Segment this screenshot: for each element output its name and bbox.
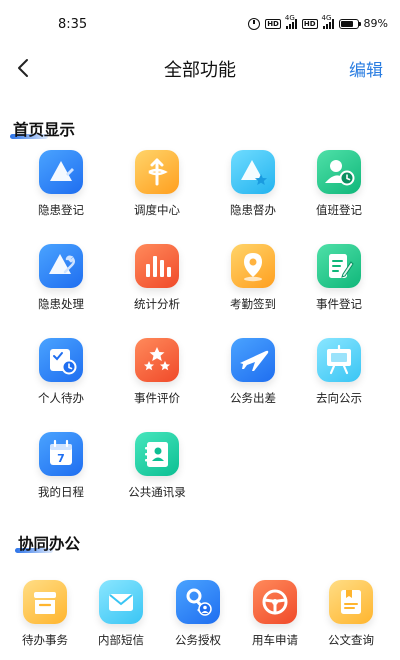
func-statistics[interactable]: 统计分析 — [112, 244, 202, 312]
contact-book-icon — [135, 432, 179, 476]
document-bookmark-icon — [329, 580, 373, 624]
battery-level: 89% — [363, 17, 388, 30]
section-title-collab-text: 协同办公 — [18, 535, 81, 553]
func-label: 公共通讯录 — [128, 485, 186, 499]
triangle-edit-icon — [39, 150, 83, 194]
func-label: 我的日程 — [38, 485, 84, 499]
inbox-tray-icon — [23, 580, 67, 624]
func-business-trip[interactable]: 公务出差 — [208, 338, 298, 406]
func-attendance[interactable]: 考勤签到 — [208, 244, 298, 312]
alarm-icon — [248, 17, 261, 30]
func-duty-register[interactable]: 值班登记 — [294, 150, 384, 218]
section-title-home: 首页显示 — [10, 118, 76, 140]
network-type: 4G — [284, 13, 295, 22]
signal-icon: 4G — [285, 14, 297, 29]
func-label: 去向公示 — [316, 391, 362, 405]
status-bar: 8:35 HD 4G HD 4G 89% — [0, 0, 400, 40]
triangle-wrench-icon — [39, 244, 83, 288]
func-label: 公文查询 — [328, 633, 374, 647]
func-label: 事件登记 — [316, 297, 362, 311]
func-label: 个人待办 — [38, 391, 84, 405]
user-clock-icon — [317, 150, 361, 194]
network-type-2: 4G — [321, 13, 332, 22]
stars-icon — [135, 338, 179, 382]
calendar-clock-icon — [39, 338, 83, 382]
func-label: 隐患处理 — [38, 297, 84, 311]
func-my-schedule[interactable]: 7 我的日程 — [16, 432, 106, 500]
func-label: 统计分析 — [134, 297, 180, 311]
page-title: 全部功能 — [164, 60, 236, 81]
easel-board-icon — [317, 338, 361, 382]
nav-bar: 全部功能 编辑 — [0, 48, 400, 88]
key-user-icon — [176, 580, 220, 624]
func-label: 隐患登记 — [38, 203, 84, 217]
airplane-icon — [231, 338, 275, 382]
hd-badge-2: HD — [301, 18, 318, 29]
calendar-7-icon: 7 — [39, 432, 83, 476]
func-hazard-supervise[interactable]: 隐患督办 — [208, 150, 298, 218]
func-hazard-register[interactable]: 隐患登记 — [16, 150, 106, 218]
func-label: 调度中心 — [134, 203, 180, 217]
triangle-star-icon — [231, 150, 275, 194]
func-whereabouts[interactable]: 去向公示 — [294, 338, 384, 406]
hd-badge: HD — [265, 18, 281, 29]
svg-text:7: 7 — [57, 452, 65, 465]
doc-edit-icon — [317, 244, 361, 288]
signal-icon-2: 4G — [322, 14, 334, 29]
edit-button[interactable]: 编辑 — [349, 56, 383, 81]
func-label: 值班登记 — [316, 203, 362, 217]
bar-chart-icon — [135, 244, 179, 288]
func-event-register[interactable]: 事件登记 — [294, 244, 384, 312]
func-hazard-handle[interactable]: 隐患处理 — [16, 244, 106, 312]
section-title-collab: 协同办公 — [15, 532, 81, 554]
func-event-evaluate[interactable]: 事件评价 — [112, 338, 202, 406]
func-public-contacts[interactable]: 公共通讯录 — [112, 432, 202, 500]
func-dispatch-center[interactable]: 调度中心 — [112, 150, 202, 218]
status-time: 8:35 — [58, 17, 88, 32]
status-icons: HD 4G HD 4G 89% — [248, 14, 388, 30]
mail-icon — [99, 580, 143, 624]
location-pin-icon — [231, 244, 275, 288]
battery-icon — [338, 18, 361, 29]
func-label: 考勤签到 — [230, 297, 276, 311]
func-label: 事件评价 — [134, 391, 180, 405]
func-personal-todo[interactable]: 个人待办 — [16, 338, 106, 406]
dispatch-icon — [135, 150, 179, 194]
func-label: 公务出差 — [230, 391, 276, 405]
steering-wheel-icon — [253, 580, 297, 624]
func-label: 隐患督办 — [230, 203, 276, 217]
section-title-home-text: 首页显示 — [13, 121, 76, 139]
func-document-query[interactable]: 公文查询 — [306, 580, 396, 648]
